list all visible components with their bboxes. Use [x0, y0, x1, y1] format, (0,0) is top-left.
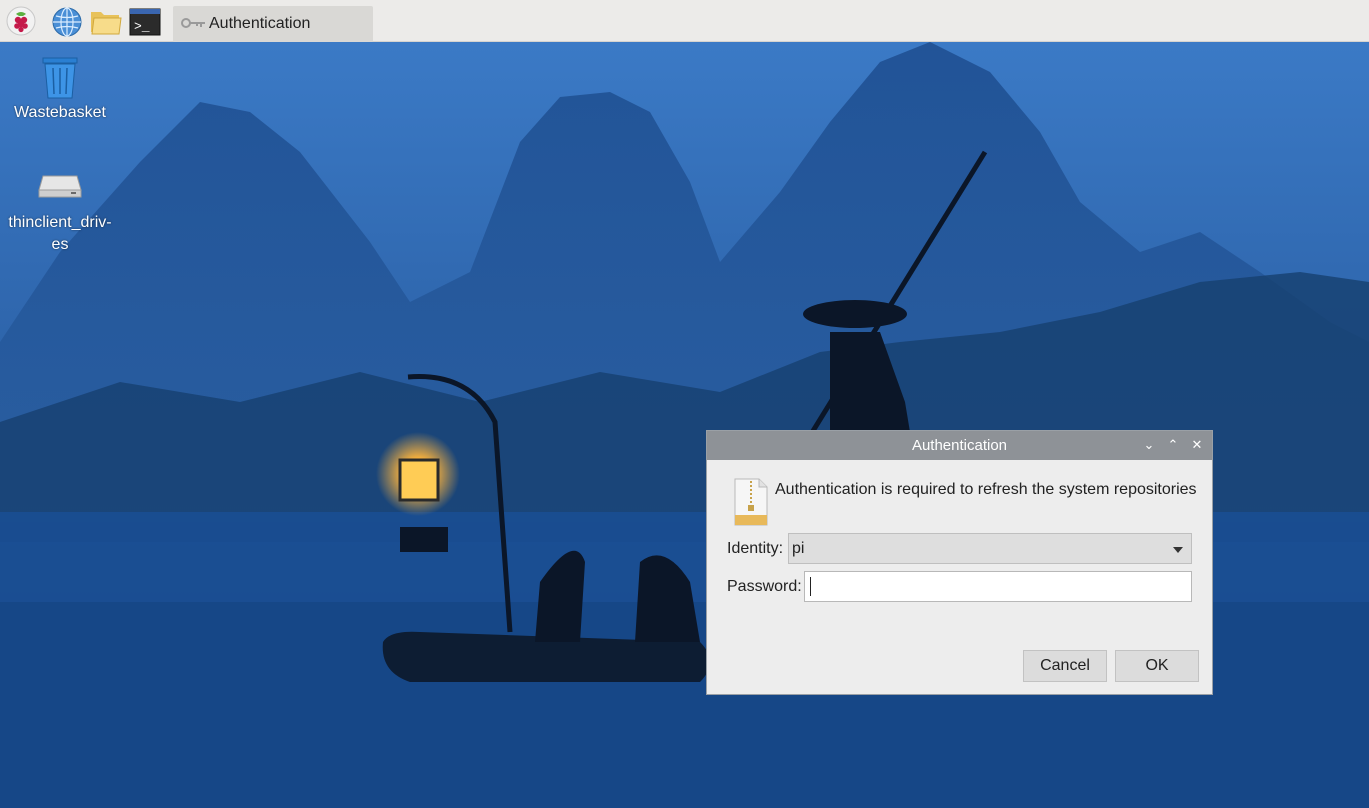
folder-icon[interactable]	[89, 6, 123, 36]
minimize-icon[interactable]: ⌄	[1140, 435, 1158, 455]
identity-value: pi	[792, 540, 805, 557]
close-icon[interactable]: ✕	[1188, 435, 1206, 455]
keys-icon	[179, 15, 207, 31]
authentication-dialog: Authentication ⌄ ⌃ ✕ Authentication is r…	[706, 430, 1213, 695]
dialog-message: Authentication is required to refresh th…	[775, 481, 1197, 498]
dialog-titlebar[interactable]: Authentication ⌄ ⌃ ✕	[707, 431, 1212, 460]
taskbar-task-authentication[interactable]: Authentication	[173, 6, 373, 42]
chevron-down-icon	[1173, 547, 1183, 553]
password-label: Password:	[727, 578, 802, 595]
cancel-button[interactable]: Cancel	[1023, 650, 1107, 682]
identity-combobox[interactable]: pi	[788, 533, 1192, 564]
desktop-item-label: Wastebasket	[14, 104, 106, 121]
desktop-item-wastebasket[interactable]: Wastebasket	[10, 54, 110, 124]
drive-icon	[37, 170, 83, 202]
terminal-icon[interactable]: >_	[129, 6, 161, 36]
raspberry-icon[interactable]	[6, 6, 36, 36]
maximize-icon[interactable]: ⌃	[1164, 435, 1182, 455]
package-archive-icon	[733, 477, 769, 527]
desktop-item-label-line2: es	[51, 236, 69, 253]
svg-text:>_: >_	[134, 19, 150, 34]
desktop-item-thinclient-drives[interactable]: thinclient_driv- es	[5, 170, 115, 256]
identity-label: Identity:	[727, 540, 784, 557]
desktop-item-label-line1: thinclient_driv-	[8, 214, 112, 231]
text-caret	[810, 577, 811, 596]
trash-icon	[37, 54, 83, 100]
password-field[interactable]	[804, 571, 1192, 602]
taskbar: >_ Authentication	[0, 0, 1369, 42]
taskbar-task-label: Authentication	[209, 15, 311, 32]
globe-icon[interactable]	[51, 6, 82, 37]
dialog-title: Authentication	[911, 437, 1008, 454]
ok-button[interactable]: OK	[1115, 650, 1199, 682]
